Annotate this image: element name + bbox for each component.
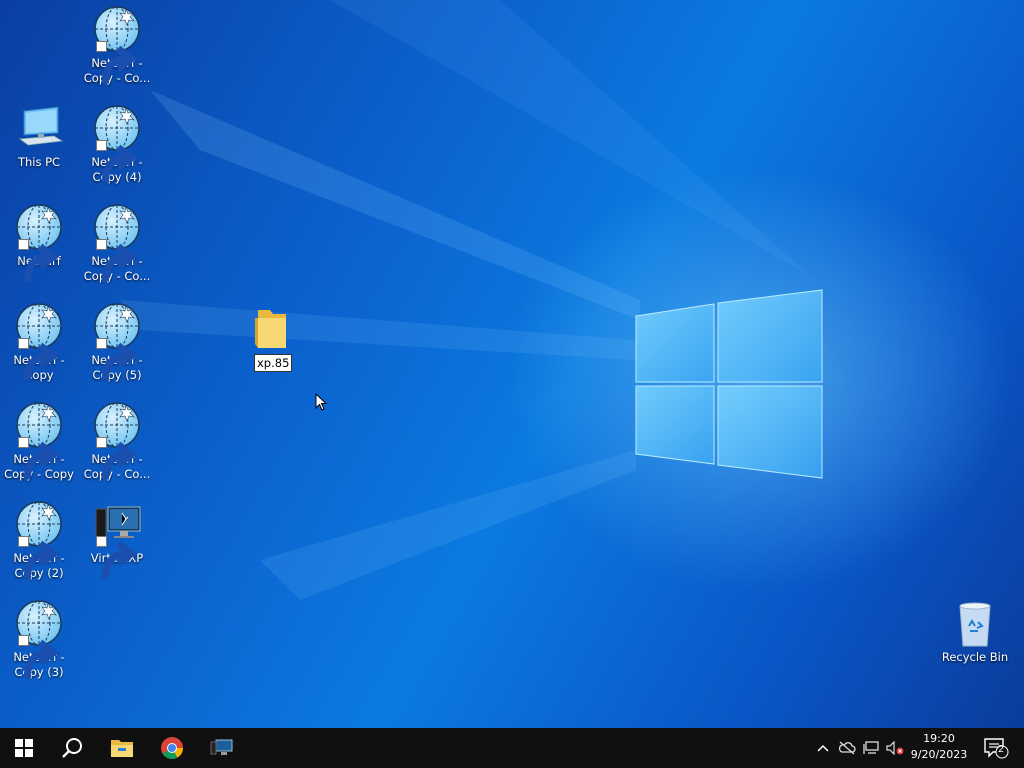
desktop-icon-3[interactable]: NetSurf xyxy=(0,202,78,282)
desktop-icon-1[interactable]: This PC xyxy=(0,103,78,170)
netsurf-icon xyxy=(92,301,142,381)
windows-logo-wallpaper-icon xyxy=(635,289,823,479)
netsurf-icon xyxy=(14,499,64,579)
action-center-button[interactable]: 2 xyxy=(978,728,1014,768)
shortcut-arrow-icon xyxy=(18,239,60,282)
clock-time: 19:20 xyxy=(923,732,955,745)
virtualxp-taskbar-button[interactable] xyxy=(198,728,246,768)
volume-tray-button[interactable] xyxy=(884,728,906,768)
desktop[interactable]: NetSurf - Copy - Co... This PC NetSurf -… xyxy=(0,0,1024,728)
shortcut-arrow-icon xyxy=(18,437,60,480)
shortcut-arrow-icon xyxy=(18,338,60,381)
netsurf-icon xyxy=(92,400,142,480)
desktop-icon-7[interactable]: NetSurf - Copy - Copy xyxy=(0,400,78,482)
search-icon xyxy=(62,738,82,758)
desktop-icon-label: Recycle Bin xyxy=(941,650,1009,664)
netsurf-icon xyxy=(92,4,142,84)
mouse-pointer-icon xyxy=(315,393,327,411)
shortcut-arrow-icon xyxy=(96,239,138,282)
this-pc-icon xyxy=(14,103,64,153)
notification-count-badge: 2 xyxy=(997,744,1005,755)
shortcut-arrow-icon xyxy=(96,437,138,480)
start-button[interactable] xyxy=(0,728,48,768)
shortcut-arrow-icon xyxy=(96,41,138,84)
rename-input[interactable] xyxy=(254,354,292,372)
search-button[interactable] xyxy=(48,728,96,768)
desktop-icon-0[interactable]: NetSurf - Copy - Co... xyxy=(78,4,156,86)
new-folder-item[interactable] xyxy=(252,306,292,350)
virtualxp-icon xyxy=(92,499,142,579)
volume-muted-icon xyxy=(886,741,904,755)
onedrive-tray-button[interactable] xyxy=(836,728,858,768)
desktop-icon-11[interactable]: NetSurf - Copy (3) xyxy=(0,598,78,680)
onedrive-offline-icon xyxy=(838,741,856,755)
desktop-icon-2[interactable]: NetSurf - Copy (4) xyxy=(78,103,156,185)
chrome-button[interactable] xyxy=(148,728,196,768)
netsurf-icon xyxy=(14,598,64,678)
shortcut-arrow-icon xyxy=(18,635,60,678)
shortcut-arrow-icon xyxy=(96,536,138,579)
shortcut-arrow-icon xyxy=(18,536,60,579)
shortcut-arrow-icon xyxy=(96,338,138,381)
desktop-icon-4[interactable]: NetSurf - Copy - Co... xyxy=(78,202,156,284)
netsurf-icon xyxy=(92,103,142,183)
windows-start-icon xyxy=(15,739,33,757)
desktop-icon-6[interactable]: NetSurf - Copy (5) xyxy=(78,301,156,383)
netsurf-icon xyxy=(92,202,142,282)
show-hidden-icons-button[interactable] xyxy=(812,728,834,768)
desktop-icon-12[interactable]: Recycle Bin xyxy=(936,598,1014,665)
desktop-icon-8[interactable]: NetSurf - Copy - Co... xyxy=(78,400,156,482)
file-explorer-button[interactable] xyxy=(98,728,146,768)
desktop-icon-9[interactable]: NetSurf - Copy (2) xyxy=(0,499,78,581)
chrome-icon xyxy=(161,737,183,759)
file-explorer-icon xyxy=(111,740,133,757)
desktop-icon-10[interactable]: VirtualXP xyxy=(78,499,156,579)
taskbar: 19:20 9/20/2023 2 xyxy=(0,728,1024,768)
network-tray-button[interactable] xyxy=(860,728,882,768)
network-icon xyxy=(863,741,879,754)
recycle-bin-icon xyxy=(950,598,1000,648)
virtualxp-icon xyxy=(210,739,233,755)
netsurf-icon xyxy=(14,301,64,381)
clock-date: 9/20/2023 xyxy=(910,748,968,761)
taskbar-clock[interactable]: 19:20 9/20/2023 xyxy=(906,731,972,763)
desktop-icon-5[interactable]: NetSurf - Copy xyxy=(0,301,78,383)
folder-icon xyxy=(255,310,286,348)
shortcut-arrow-icon xyxy=(96,140,138,183)
netsurf-icon xyxy=(14,400,64,480)
chevron-up-icon xyxy=(817,744,829,752)
desktop-icon-label: This PC xyxy=(17,155,61,169)
netsurf-icon xyxy=(14,202,64,282)
